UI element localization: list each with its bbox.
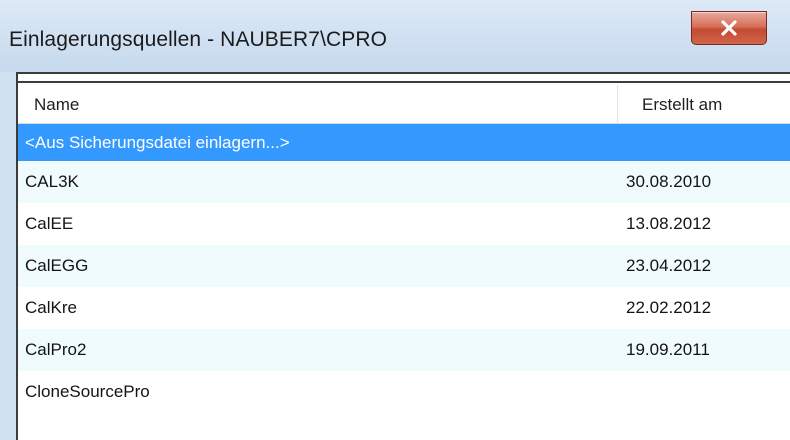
column-header-name[interactable]: Name [18, 85, 618, 124]
window-title: Einlagerungsquellen - NAUBER7\CPRO [9, 28, 388, 51]
list-item-name: <Aus Sicherungsdatei einlagern...> [25, 133, 290, 152]
list-header: Name Erstellt am [18, 85, 790, 124]
list-item-created: 22.02.2012 [626, 298, 712, 317]
list-item-name: CalEE [25, 214, 74, 233]
list-item[interactable]: CalEGG 23.04.2012 [18, 245, 790, 287]
column-header-created[interactable]: Erstellt am [618, 85, 790, 124]
list-item-created: 19.09.2011 [626, 340, 710, 359]
list-item[interactable]: CalKre 22.02.2012 [18, 287, 790, 329]
list-item-name: CalPro2 [25, 340, 87, 359]
close-button[interactable] [691, 11, 767, 45]
list-item-created: 23.04.2012 [626, 256, 712, 275]
list-item[interactable]: CAL3K 30.08.2010 [18, 161, 790, 203]
list-item-created: 30.08.2010 [626, 172, 712, 191]
list-item-name: CAL3K [25, 172, 79, 191]
close-icon [721, 20, 737, 36]
dialog-window: Einlagerungsquellen - NAUBER7\CPRO Name … [0, 0, 790, 440]
list-item[interactable]: CalPro2 19.09.2011 [18, 329, 790, 371]
list-item[interactable]: <Aus Sicherungsdatei einlagern...> [18, 124, 790, 161]
title-bar[interactable]: Einlagerungsquellen - NAUBER7\CPRO [0, 0, 790, 72]
list-item-name: CalEGG [25, 256, 89, 275]
list-rows: <Aus Sicherungsdatei einlagern...> CAL3K… [18, 124, 790, 413]
list-item-created: 13.08.2012 [626, 214, 712, 233]
list-item-name: CalKre [25, 298, 77, 317]
list-item[interactable]: CloneSourcePro [18, 371, 790, 413]
list-item[interactable]: CalEE 13.08.2012 [18, 203, 790, 245]
list-item-name: CloneSourcePro [25, 382, 150, 401]
list-top-strip [18, 74, 790, 83]
source-list[interactable]: Name Erstellt am <Aus Sicherungsdatei ei… [16, 72, 790, 440]
